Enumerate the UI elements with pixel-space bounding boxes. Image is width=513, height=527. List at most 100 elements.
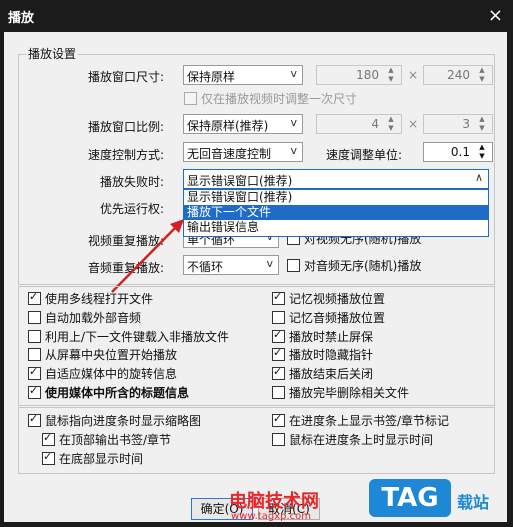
checkmark-icon: ✓ (29, 365, 39, 379)
resize-once-label: 仅在播放视频时调整一次尺寸 (201, 92, 358, 106)
window-height-value: 240 (447, 68, 470, 82)
option-left-checkbox-label: 利用上/下一文件键载入非播放文件 (45, 329, 230, 344)
watermark-url: www.tagxp.com (231, 511, 311, 522)
spin-arrows-icon: ▲ ▼ (388, 66, 394, 83)
checkbox-box: ✓ (42, 450, 55, 465)
option-left-checkbox[interactable]: 自动加载外部音频 (28, 309, 141, 326)
checkbox-box (184, 92, 197, 105)
fail-action-select[interactable]: 显示错误窗口(推荐) ∧ (183, 169, 489, 189)
option-left-checkbox-label: 自适应媒体中的旋转信息 (45, 367, 178, 382)
priority-label: 优先运行权: (100, 202, 165, 216)
checkmark-icon: ✓ (273, 346, 283, 360)
checkmark-icon: ✓ (273, 327, 283, 341)
option-left-checkbox[interactable]: ✓ 使用多线程打开文件 (28, 290, 153, 307)
progress-top-bookmark-checkbox[interactable]: ✓ 在顶部输出书签/章节 (42, 431, 171, 448)
close-icon[interactable]: × (488, 5, 503, 26)
aspect-ratio-label: 播放窗口比例: (88, 120, 165, 134)
option-left-checkbox-label: 使用多线程打开文件 (45, 292, 154, 306)
watermark-side-text: 载站 (457, 493, 490, 512)
option-left-checkbox-label: 使用媒体中所含的标题信息 (45, 386, 190, 400)
chevron-up-icon: ∧ (474, 171, 483, 184)
option-right-checkbox[interactable]: 播放完毕删除相关文件 (272, 384, 409, 401)
checkmark-icon: ✓ (43, 450, 53, 463)
checkmark-icon: ✓ (29, 290, 39, 303)
progress-bottom-time-checkbox[interactable]: ✓ 在底部显示时间 (42, 450, 143, 467)
watermark-logo: TAG (369, 479, 451, 517)
fail-action-label: 播放失败时: (100, 175, 165, 189)
checkmark-icon: ✓ (273, 412, 283, 425)
checkbox-box (272, 433, 285, 446)
checkbox-box: ✓ (272, 346, 285, 362)
speed-unit-spinner[interactable]: 0.1 ▲ ▼ (423, 142, 493, 162)
checkmark-icon: ✓ (29, 384, 39, 397)
spin-arrows-icon: ▲ ▼ (479, 66, 485, 83)
audio-shuffle-checkbox[interactable]: 对音频无序(随机)播放 (287, 257, 421, 274)
aspect-ratio-select[interactable]: 保持原样(推荐) v (183, 114, 303, 134)
checkbox-box (28, 329, 41, 343)
audio-repeat-select[interactable]: 不循环 v (183, 255, 279, 275)
option-left-checkbox-label: 自动加载外部音频 (45, 310, 142, 325)
window-size-value: 保持原样 (187, 70, 236, 84)
title-bar: 播放 × (0, 0, 513, 32)
chevron-down-icon: v (290, 67, 297, 80)
checkbox-box: ✓ (42, 431, 55, 446)
watermark-text: 电脑技术网 (229, 491, 319, 512)
checkbox-box: ✓ (272, 365, 285, 381)
window-title: 播放 (8, 11, 35, 26)
option-left-checkbox[interactable]: 从屏幕中央位置开始播放 (28, 346, 177, 363)
audio-repeat-value: 不循环 (187, 260, 224, 274)
speed-unit-value: 0.1 (450, 145, 470, 159)
option-right-checkbox-label: 播放时禁止屏保 (289, 329, 374, 344)
option-right-checkbox-label: 播放完毕删除相关文件 (289, 386, 410, 400)
speed-mode-select[interactable]: 无回音速度控制 v (183, 142, 303, 162)
checkbox-box: ✓ (272, 327, 285, 343)
spin-arrows-icon: ▲ ▼ (479, 115, 485, 132)
window-height-spinner: 240 ▲ ▼ (423, 65, 493, 85)
option-left-checkbox[interactable]: 利用上/下一文件键载入非播放文件 (28, 328, 229, 345)
option-right-checkbox[interactable]: ✓ 播放时禁止屏保 (272, 328, 373, 345)
option-left-checkbox[interactable]: ✓ 使用媒体中所含的标题信息 (28, 384, 189, 401)
option-right-checkbox-label: 记忆音频播放位置 (289, 310, 386, 325)
progress-thumbnail-checkbox-label: 鼠标指向进度条时显示缩略图 (45, 414, 202, 428)
progress-thumbnail-checkbox[interactable]: ✓ 鼠标指向进度条时显示缩略图 (28, 412, 201, 429)
window-size-select[interactable]: 保持原样 v (183, 65, 303, 85)
aspect-height-value: 3 (462, 117, 470, 131)
option-right-checkbox-label: 播放结束后关闭 (289, 367, 374, 382)
checkbox-box (287, 259, 300, 272)
dropdown-option-selected[interactable]: 播放下一个文件 (184, 205, 488, 220)
spin-arrows-icon[interactable]: ▲ ▼ (475, 143, 489, 161)
watermark-logo-text: TAG (381, 483, 439, 513)
speed-mode-label: 速度控制方式: (88, 148, 165, 162)
window-width-spinner: 180 ▲ ▼ (316, 65, 402, 85)
option-right-checkbox[interactable]: ✓ 播放时隐藏指针 (272, 346, 373, 363)
checkbox-box: ✓ (28, 365, 41, 381)
option-right-checkbox[interactable]: ✓ 记忆视频播放位置 (272, 290, 385, 307)
checkbox-box (272, 310, 285, 324)
aspect-height-spinner: 3 ▲ ▼ (423, 114, 493, 134)
checkbox-box (28, 310, 41, 324)
option-left-checkbox[interactable]: ✓ 自适应媒体中的旋转信息 (28, 365, 177, 382)
times-sign: × (408, 68, 419, 82)
dialog-body: 播放设置 播放窗口尺寸: 保持原样 v 180 ▲ ▼ × 240 ▲ ▼ 仅在播放… (4, 32, 507, 522)
progress-right-checkbox-label: 在进度条上显示书签/章节标记 (289, 414, 450, 428)
checkmark-icon: ✓ (273, 290, 283, 303)
dropdown-option[interactable]: 输出错误信息 (184, 220, 488, 235)
progress-right-checkbox[interactable]: ✓ 在进度条上显示书签/章节标记 (272, 412, 449, 429)
checkmark-icon: ✓ (43, 431, 53, 444)
fail-action-value: 显示错误窗口(推荐) (187, 174, 293, 188)
window-width-value: 180 (356, 68, 379, 82)
video-repeat-label: 视频重复播放: (88, 234, 165, 248)
progress-top-bookmark-checkbox-label: 在顶部输出书签/章节 (59, 433, 172, 447)
progress-right-checkbox[interactable]: 鼠标在进度条上时显示时间 (272, 431, 433, 448)
speed-unit-label: 速度调整单位: (326, 148, 403, 162)
option-right-checkbox[interactable]: 记忆音频播放位置 (272, 309, 385, 326)
checkbox-box (272, 386, 285, 399)
option-right-checkbox-label: 播放时隐藏指针 (289, 348, 374, 363)
spin-arrows-icon: ▲ ▼ (388, 115, 394, 132)
option-right-checkbox[interactable]: ✓ 播放结束后关闭 (272, 365, 373, 382)
aspect-ratio-value: 保持原样(推荐) (187, 119, 269, 133)
checkbox-box: ✓ (28, 412, 41, 427)
dropdown-option[interactable]: 显示错误窗口(推荐) (184, 190, 488, 205)
option-right-checkbox-label: 记忆视频播放位置 (289, 292, 386, 306)
checkbox-box (28, 348, 41, 362)
